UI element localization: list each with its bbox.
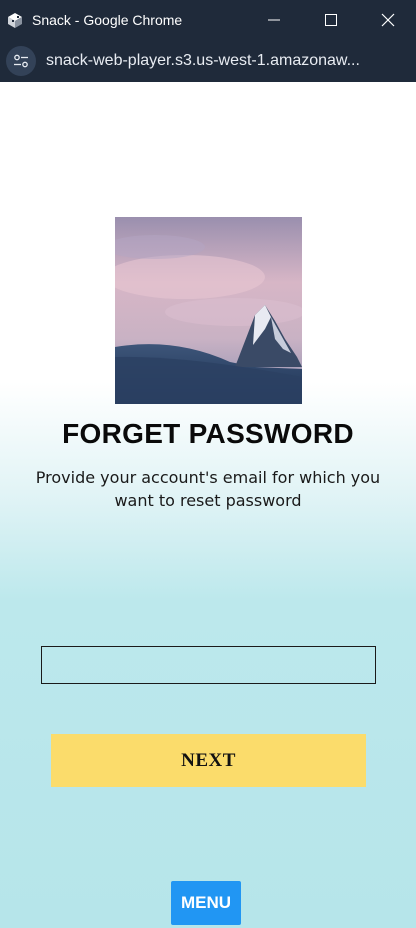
minimize-button[interactable]	[245, 0, 302, 40]
menu-button[interactable]: MENU	[171, 881, 241, 925]
browser-window: Snack - Google Chrome snack-web-player.s…	[0, 0, 416, 928]
email-input[interactable]	[41, 646, 376, 684]
page-viewport: FORGET PASSWORD Provide your account's e…	[0, 82, 416, 928]
next-button[interactable]: NEXT	[51, 734, 366, 787]
window-title: Snack - Google Chrome	[32, 12, 183, 28]
maximize-icon	[324, 14, 337, 26]
close-button[interactable]	[359, 0, 416, 40]
minimize-icon	[267, 19, 280, 21]
page-title: FORGET PASSWORD	[62, 418, 354, 449]
site-info-button[interactable]	[6, 46, 36, 76]
close-icon	[381, 13, 394, 27]
maximize-button[interactable]	[302, 0, 359, 40]
title-bar: Snack - Google Chrome	[0, 0, 416, 40]
address-bar: snack-web-player.s3.us-west-1.amazonaw..…	[0, 40, 416, 82]
snack-icon	[8, 13, 22, 28]
site-settings-icon	[14, 54, 28, 68]
hero-image	[115, 217, 302, 404]
page-instructions: Provide your account's email for which y…	[35, 468, 381, 510]
url-text[interactable]: snack-web-player.s3.us-west-1.amazonaw..…	[46, 52, 360, 70]
